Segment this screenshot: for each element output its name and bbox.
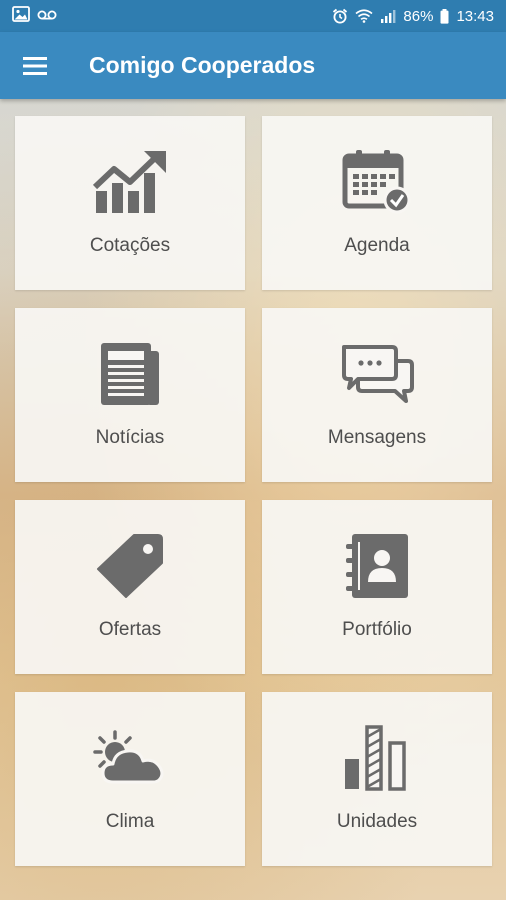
tile-label: Notícias <box>95 427 165 448</box>
tile-label: Cotações <box>89 235 171 256</box>
tile-cotacoes[interactable]: Cotações <box>15 116 245 290</box>
tile-label: Agenda <box>344 235 410 256</box>
sun-cloud-icon <box>90 722 170 794</box>
tile-noticias[interactable]: Notícias <box>15 308 245 482</box>
tile-label: Ofertas <box>98 619 162 640</box>
tile-label: Clima <box>105 811 155 832</box>
tile-agenda[interactable]: Agenda <box>262 116 492 290</box>
tile-ofertas[interactable]: Ofertas <box>15 500 245 674</box>
tile-mensagens[interactable]: Mensagens <box>262 308 492 482</box>
tile-unidades[interactable]: Unidades <box>262 692 492 866</box>
tile-label: Unidades <box>336 811 418 832</box>
chat-bubbles-icon <box>337 338 417 410</box>
chart-growth-icon <box>90 146 170 218</box>
bar-units-icon <box>337 722 417 794</box>
contact-book-icon <box>337 530 417 602</box>
tile-label: Portfólio <box>342 619 412 640</box>
price-tag-icon <box>90 530 170 602</box>
tile-portfolio[interactable]: Portfólio <box>262 500 492 674</box>
newspaper-icon <box>90 338 170 410</box>
tile-label: Mensagens <box>327 427 427 448</box>
menu-grid: Cotações Agenda Notícias Mensagens Ofert… <box>0 0 506 900</box>
calendar-check-icon <box>337 146 417 218</box>
tile-clima[interactable]: Clima <box>15 692 245 866</box>
